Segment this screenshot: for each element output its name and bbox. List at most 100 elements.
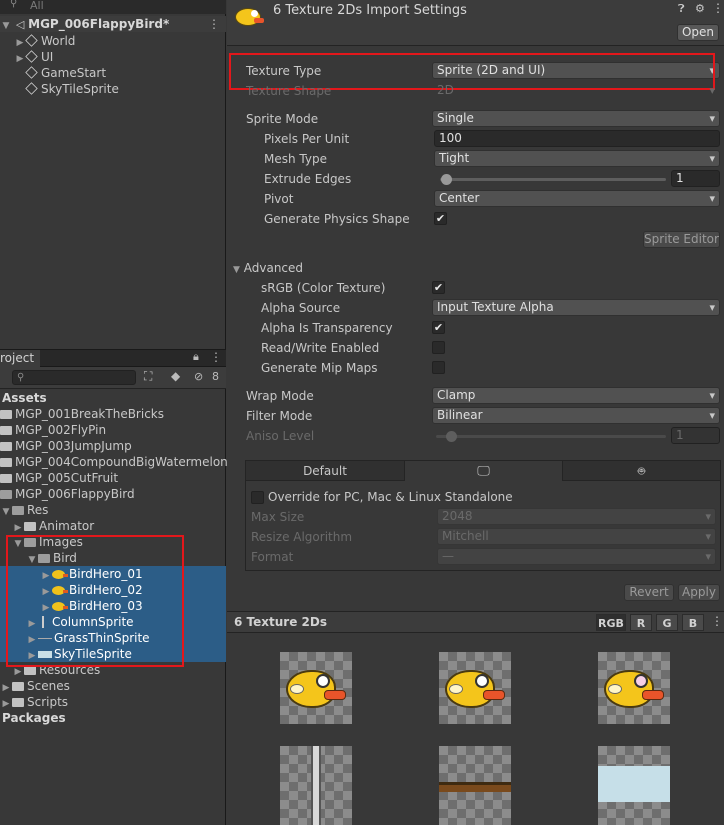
hierarchy-item-label: GameStart — [41, 66, 107, 80]
hierarchy-item-skytilesprite[interactable]: SkyTileSprite — [25, 81, 119, 97]
packages-root[interactable]: Packages — [2, 710, 66, 726]
texture-shape-value: 2D — [437, 83, 454, 97]
asset-birdhero-02[interactable]: ▶ BirdHero_02 — [0, 582, 226, 598]
srgb-checkbox[interactable]: ✔ — [432, 281, 445, 294]
alpha-source-dropdown[interactable]: Input Texture Alpha — [432, 299, 720, 316]
extrude-edges-field[interactable]: 1 — [671, 170, 720, 187]
thumbnail-skytilesprite[interactable] — [598, 746, 670, 825]
wrap-mode-dropdown[interactable]: Clamp — [432, 387, 720, 404]
tab-android[interactable]: 🤖︎ — [563, 461, 720, 481]
sprite-mode-dropdown[interactable]: Single — [432, 110, 720, 127]
sky-sprite-image — [598, 766, 670, 802]
tab-standalone[interactable]: 🖵 — [405, 461, 563, 481]
texture-shape-label: Texture Shape — [246, 84, 332, 98]
extrude-edges-slider[interactable] — [440, 178, 666, 181]
assets-root[interactable]: Assets — [2, 390, 47, 406]
mip-maps-checkbox[interactable] — [432, 361, 445, 374]
project-folder-scripts[interactable]: ▶ Scripts — [0, 694, 69, 710]
pixels-per-unit-field[interactable]: 100 — [434, 130, 720, 147]
chevron-down-icon[interactable]: ▼ — [12, 536, 24, 552]
project-folder[interactable]: MGP_005CutFruit — [0, 470, 118, 486]
channel-label: RGB — [598, 617, 624, 630]
more-options-icon[interactable]: ⋮ — [711, 614, 723, 628]
more-options-icon[interactable]: ⋮ — [210, 350, 222, 364]
asset-columnsprite[interactable]: ▶ ColumnSprite — [0, 614, 226, 630]
thumbnail-columnsprite[interactable] — [280, 746, 352, 825]
inspector-title: 6 Texture 2Ds Import Settings — [273, 3, 467, 18]
advanced-foldout[interactable]: ▼ Advanced — [233, 260, 303, 278]
tab-project-label: roject — [0, 351, 35, 365]
project-folder-images[interactable]: ▼ Images — [12, 534, 83, 550]
project-folder[interactable]: MGP_001BreakTheBricks — [0, 406, 164, 422]
asset-label: BirdHero_01 — [69, 567, 143, 581]
chevron-down-icon[interactable]: ▼ — [0, 18, 12, 34]
project-folder[interactable]: MGP_003JumpJump — [0, 438, 132, 454]
hierarchy-item-world[interactable]: ▶ World — [14, 33, 76, 49]
asset-skytilesprite[interactable]: ▶ SkyTileSprite — [0, 646, 226, 662]
bird-sprite-icon — [52, 602, 68, 611]
tab-default[interactable]: Default — [246, 461, 405, 481]
asset-birdhero-03[interactable]: ▶ BirdHero_03 — [0, 598, 226, 614]
sprite-editor-button[interactable]: Sprite Editor — [643, 231, 720, 248]
column-sprite-icon — [42, 616, 44, 628]
scene-row[interactable]: ▼ ◁ MGP_006FlappyBird* ⋮ — [0, 16, 226, 32]
wrap-mode-label: Wrap Mode — [246, 389, 314, 403]
thumbnail-grassthinsprite[interactable] — [439, 746, 511, 825]
project-folder-res[interactable]: ▼ Res — [0, 502, 49, 520]
asset-label: GrassThinSprite — [54, 631, 150, 645]
filter-mode-label: Filter Mode — [246, 409, 313, 423]
preset-icon[interactable]: ⚙︎ — [695, 2, 705, 15]
help-icon[interactable]: ❓︎ — [678, 2, 685, 16]
filter-by-type-icon[interactable]: ⛶ — [144, 369, 152, 384]
aniso-level-value: 1 — [676, 428, 684, 442]
project-folder[interactable]: MGP_004CompoundBigWatermelon — [0, 454, 228, 470]
hierarchy-item-ui[interactable]: ▶ UI — [14, 49, 54, 67]
asset-grassthinsprite[interactable]: ▶ GrassThinSprite — [0, 630, 226, 646]
thumbnail-birdhero-02[interactable] — [439, 652, 511, 724]
search-icon: ⚲ — [10, 0, 18, 9]
project-folder-bird[interactable]: ▼ Bird — [26, 550, 77, 566]
grass-sprite-image — [439, 782, 511, 792]
hierarchy-item-gamestart[interactable]: GameStart — [25, 65, 107, 81]
override-checkbox[interactable] — [251, 491, 264, 504]
channel-r-button[interactable]: R — [630, 614, 652, 631]
revert-button[interactable]: Revert — [624, 584, 674, 601]
channel-g-button[interactable]: G — [656, 614, 678, 631]
thumbnail-birdhero-01[interactable] — [280, 652, 352, 724]
resize-algorithm-label: Resize Algorithm — [251, 530, 353, 544]
lock-icon[interactable]: 🔒︎ — [193, 350, 199, 364]
alpha-transparency-checkbox[interactable]: ✔ — [432, 321, 445, 334]
read-write-checkbox[interactable] — [432, 341, 445, 354]
hidden-packages-icon[interactable]: ⊘ — [194, 370, 203, 383]
mesh-type-value: Tight — [439, 151, 470, 165]
chevron-down-icon[interactable]: ▼ — [0, 504, 12, 520]
hierarchy-search[interactable]: ⚲ All — [0, 0, 226, 14]
revert-label: Revert — [629, 585, 669, 599]
project-search-input[interactable]: ⚲ — [12, 370, 136, 385]
filter-by-label-icon[interactable]: ◆ — [171, 369, 180, 383]
project-folder-resources[interactable]: ▶ Resources — [12, 662, 101, 678]
texture-type-dropdown[interactable]: Sprite (2D and UI) — [432, 62, 720, 79]
more-options-icon[interactable]: ⋮ — [712, 1, 724, 15]
texture-shape-dropdown: 2D — [432, 82, 720, 99]
channel-rgb-button[interactable]: RGB — [596, 614, 626, 631]
folder-open-icon — [0, 490, 12, 499]
channel-b-button[interactable]: B — [682, 614, 704, 631]
open-button[interactable]: Open — [677, 24, 719, 41]
filter-mode-dropdown[interactable]: Bilinear — [432, 407, 720, 424]
extrude-edges-slider-handle[interactable] — [441, 174, 452, 185]
gameobject-icon — [25, 82, 38, 95]
tab-project[interactable]: roject — [0, 350, 40, 367]
apply-button[interactable]: Apply — [678, 584, 720, 601]
more-options-icon[interactable]: ⋮ — [208, 16, 220, 32]
asset-birdhero-01[interactable]: ▶ BirdHero_01 — [0, 566, 226, 582]
project-folder[interactable]: MGP_002FlyPin — [0, 422, 106, 438]
pivot-dropdown[interactable]: Center — [434, 190, 720, 207]
generate-physics-checkbox[interactable]: ✔ — [434, 212, 447, 225]
project-folder-animator[interactable]: ▶ Animator — [12, 518, 95, 534]
project-folder[interactable]: MGP_006FlappyBird — [0, 486, 135, 502]
project-folder-scenes[interactable]: ▶ Scenes — [0, 678, 70, 694]
chevron-right-icon[interactable]: ▶ — [14, 51, 26, 67]
mesh-type-dropdown[interactable]: Tight — [434, 150, 720, 167]
thumbnail-birdhero-03[interactable] — [598, 652, 670, 724]
